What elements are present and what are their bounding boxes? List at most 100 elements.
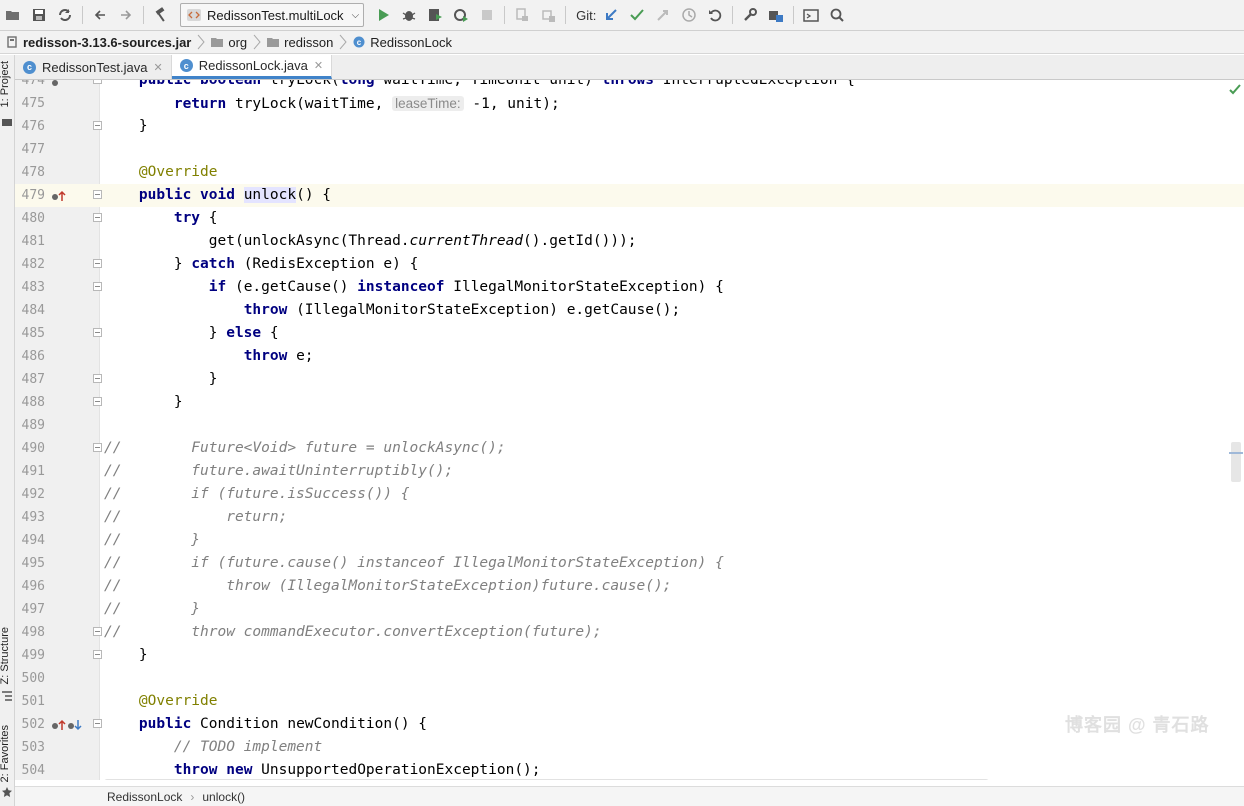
code-line: 493 // return; bbox=[15, 506, 1244, 529]
fold-toggle[interactable] bbox=[93, 719, 102, 728]
code-editor[interactable]: 474 public boolean tryLock(long waitTime… bbox=[15, 80, 1244, 780]
code-line: 494 // } bbox=[15, 529, 1244, 552]
code-text: get(unlockAsync(Thread.currentThread().g… bbox=[104, 233, 637, 249]
run-config-icon bbox=[187, 9, 201, 21]
back-icon[interactable] bbox=[90, 5, 110, 25]
history-icon[interactable] bbox=[679, 5, 699, 25]
code-line: 496 // throw (IllegalMonitorStateExcepti… bbox=[15, 575, 1244, 598]
fold-toggle[interactable] bbox=[93, 328, 102, 337]
fold-toggle[interactable] bbox=[93, 374, 102, 383]
rollback-icon[interactable] bbox=[705, 5, 725, 25]
override-implemented-icon[interactable] bbox=[51, 719, 83, 731]
breadcrumb-package-redisson-label: redisson bbox=[284, 34, 334, 50]
code-text: } catch (RedisException e) { bbox=[104, 256, 419, 272]
line-number: 496 bbox=[21, 579, 45, 594]
project-tool-tab[interactable]: 1: Project bbox=[0, 61, 11, 107]
code-comment: // throw (IllegalMonitorStateException)f… bbox=[104, 578, 672, 594]
class-icon: c bbox=[353, 36, 365, 48]
breadcrumb-jar[interactable]: redisson-3.13.6-sources.jar bbox=[6, 35, 191, 50]
breadcrumb-method-item[interactable]: unlock() bbox=[202, 790, 245, 804]
open-folder-icon[interactable] bbox=[3, 5, 23, 25]
structure-tool-tab[interactable]: Z: Structure bbox=[0, 627, 11, 684]
vertical-scrollbar[interactable] bbox=[1231, 442, 1241, 482]
fold-toggle[interactable] bbox=[93, 282, 102, 291]
line-number: 475 bbox=[21, 96, 45, 111]
line-number: 503 bbox=[21, 740, 45, 755]
toolbar-divider bbox=[565, 6, 567, 24]
close-icon[interactable]: ✕ bbox=[154, 61, 163, 74]
profile-icon[interactable] bbox=[451, 5, 471, 25]
breadcrumb-class-item[interactable]: RedissonLock bbox=[107, 790, 182, 804]
fold-toggle[interactable] bbox=[93, 190, 102, 199]
line-number: 493 bbox=[21, 510, 45, 525]
terminal-icon[interactable] bbox=[801, 5, 821, 25]
search-icon[interactable] bbox=[827, 5, 847, 25]
line-number: 477 bbox=[21, 142, 45, 157]
sync-icon[interactable] bbox=[55, 5, 75, 25]
folder-icon bbox=[211, 38, 224, 47]
line-number: 486 bbox=[21, 349, 45, 364]
line-number: 492 bbox=[21, 487, 45, 502]
class-icon: c bbox=[179, 59, 193, 72]
editor-tabs: c RedissonTest.java ✕ c RedissonLock.jav… bbox=[15, 55, 1244, 80]
code-comment: // if (future.isSuccess()) { bbox=[104, 486, 410, 502]
save-icon[interactable] bbox=[29, 5, 49, 25]
line-number: 488 bbox=[21, 395, 45, 410]
code-line: 497 // } bbox=[15, 598, 1244, 621]
code-comment: // return; bbox=[104, 509, 288, 525]
fold-toggle[interactable] bbox=[93, 121, 102, 130]
settings-wrench-icon[interactable] bbox=[740, 5, 760, 25]
toolbar-divider bbox=[793, 6, 795, 24]
git-push-icon[interactable] bbox=[653, 5, 673, 25]
override-up-arrow-icon[interactable] bbox=[51, 190, 67, 202]
tab-redisson-lock[interactable]: c RedissonLock.java ✕ bbox=[171, 55, 333, 79]
code-comment: // throw commandExecutor.convertExceptio… bbox=[104, 624, 602, 640]
git-commit-icon[interactable] bbox=[627, 5, 647, 25]
fold-toggle[interactable] bbox=[93, 650, 102, 659]
watermark-text: 博客园 @ 青石路 bbox=[1065, 715, 1210, 735]
code-text: throw new UnsupportedOperationException(… bbox=[173, 762, 541, 778]
line-number: 504 bbox=[21, 763, 45, 778]
code-line: 475 return tryLock(waitTime, leaseTime: … bbox=[15, 92, 1244, 115]
run-configuration-select[interactable]: RedissonTest.multiLock ⌵ bbox=[180, 3, 365, 27]
attach-icon[interactable] bbox=[512, 5, 532, 25]
git-update-icon[interactable] bbox=[601, 5, 621, 25]
code-line: 478 @Override bbox=[15, 161, 1244, 184]
build-hammer-icon[interactable] bbox=[151, 5, 171, 25]
stop-icon[interactable] bbox=[477, 5, 497, 25]
fold-toggle[interactable] bbox=[93, 627, 102, 636]
close-icon[interactable]: ✕ bbox=[314, 59, 323, 72]
code-comment: // } bbox=[104, 532, 201, 548]
code-comment: // Future<Void> future = unlockAsync(); bbox=[104, 440, 506, 456]
breadcrumb-package-redisson[interactable]: redisson bbox=[267, 35, 333, 50]
current-code-line: 479 public void unlock() { bbox=[15, 184, 1244, 207]
code-text: throw (IllegalMonitorStateException) e.g… bbox=[243, 302, 681, 318]
forward-icon[interactable] bbox=[116, 5, 136, 25]
run-config-label: RedissonTest.multiLock bbox=[207, 7, 344, 23]
fold-toggle[interactable] bbox=[93, 397, 102, 406]
git-label: Git: bbox=[576, 7, 597, 23]
line-number: 481 bbox=[21, 234, 45, 249]
line-number: 478 bbox=[21, 165, 45, 180]
breadcrumb-package-org[interactable]: org bbox=[211, 35, 247, 50]
breadcrumb-class[interactable]: c RedissonLock bbox=[353, 35, 452, 50]
fold-toggle[interactable] bbox=[93, 443, 102, 452]
fold-toggle[interactable] bbox=[93, 80, 102, 84]
line-number: 500 bbox=[21, 671, 45, 686]
fold-toggle[interactable] bbox=[93, 213, 102, 222]
code-text: } else { bbox=[104, 325, 279, 341]
horizontal-scrollbar[interactable] bbox=[104, 779, 989, 780]
code-line: 482 } catch (RedisException e) { bbox=[15, 253, 1244, 276]
fold-toggle[interactable] bbox=[93, 259, 102, 268]
run-icon[interactable] bbox=[373, 5, 393, 25]
favorites-tool-tab[interactable]: 2: Favorites bbox=[0, 725, 11, 782]
navigation-bar: redisson-3.13.6-sources.jar org redisson… bbox=[0, 31, 1244, 54]
debug-icon[interactable] bbox=[399, 5, 419, 25]
coverage-icon[interactable] bbox=[425, 5, 445, 25]
tab-redisson-test[interactable]: c RedissonTest.java ✕ bbox=[15, 55, 172, 79]
project-structure-icon[interactable] bbox=[766, 5, 786, 25]
inspection-ok-icon[interactable] bbox=[1229, 84, 1241, 96]
code-line: 477 bbox=[15, 138, 1244, 161]
vcs-update-icon[interactable] bbox=[538, 5, 558, 25]
chevron-down-icon: ⌵ bbox=[351, 9, 360, 21]
